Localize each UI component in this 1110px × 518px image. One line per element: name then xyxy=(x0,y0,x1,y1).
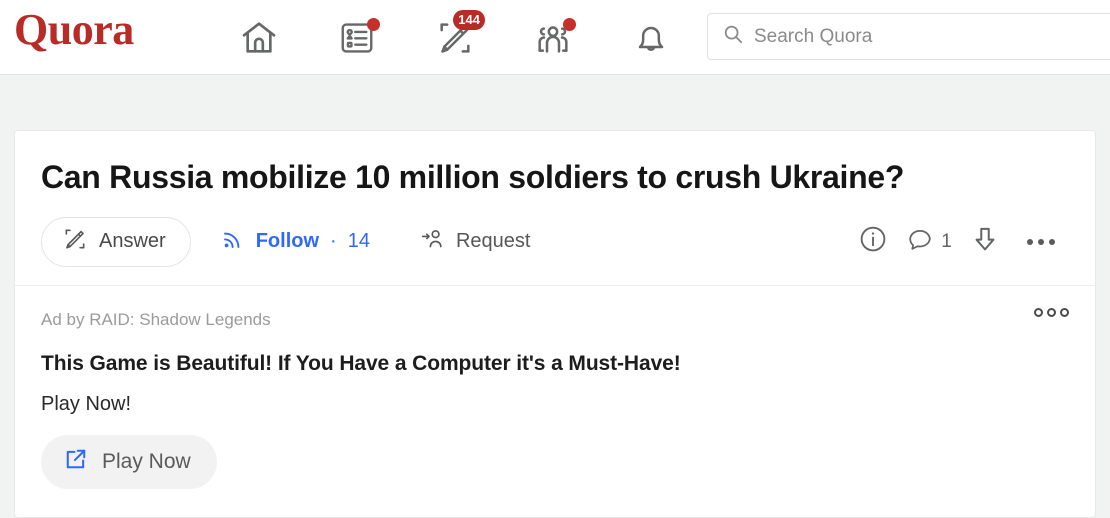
external-link-icon xyxy=(63,446,89,477)
ad-section: Ad by RAID: Shadow Legends This Game is … xyxy=(15,286,1095,517)
search-icon xyxy=(722,23,744,50)
play-now-button-label: Play Now xyxy=(102,449,191,473)
comment-button[interactable]: 1 xyxy=(901,219,957,265)
question-action-row: Answer Follow · 14 Request 1 xyxy=(41,216,1069,267)
ad-headline: This Game is Beautiful! If You Have a Co… xyxy=(41,351,681,375)
downvote-arrow-icon xyxy=(969,223,1001,260)
nav-item-write[interactable]: 144 xyxy=(406,8,504,68)
answer-button-label: Answer xyxy=(99,230,166,253)
page-body: Can Russia mobilize 10 million soldiers … xyxy=(0,130,1110,518)
more-options-button[interactable] xyxy=(1013,219,1069,265)
page-title: Can Russia mobilize 10 million soldiers … xyxy=(41,159,905,195)
request-button-label: Request xyxy=(455,230,531,253)
ad-options-icon[interactable] xyxy=(1034,307,1069,317)
follow-button[interactable]: Follow · 14 xyxy=(217,221,374,262)
question-card: Can Russia mobilize 10 million soldiers … xyxy=(14,130,1096,518)
follow-count: 14 xyxy=(347,230,370,253)
search-input[interactable]: Search Quora xyxy=(707,13,1110,60)
ad-attribution-label: Ad by RAID: Shadow Legends xyxy=(41,309,271,329)
info-circle-icon xyxy=(858,224,888,259)
nav-item-answers[interactable] xyxy=(308,8,406,68)
question-section: Can Russia mobilize 10 million soldiers … xyxy=(15,131,1095,285)
follow-button-label: Follow xyxy=(255,230,320,253)
search-placeholder: Search Quora xyxy=(754,25,873,47)
downvote-button[interactable] xyxy=(957,219,1013,265)
answers-notification-dot xyxy=(367,17,380,31)
spaces-notification-dot xyxy=(563,17,576,31)
answer-button[interactable]: Answer xyxy=(41,216,191,267)
home-icon xyxy=(239,18,279,58)
rss-follow-icon xyxy=(221,227,245,256)
question-right-actions: 1 xyxy=(845,217,1069,267)
request-person-icon xyxy=(420,226,446,257)
more-horizontal-icon xyxy=(1027,238,1055,245)
request-button[interactable]: Request xyxy=(416,220,535,263)
nav-item-spaces[interactable] xyxy=(504,8,602,68)
comment-bubble-icon xyxy=(906,225,934,258)
nav-item-home[interactable] xyxy=(210,8,308,68)
comment-count: 1 xyxy=(941,230,952,252)
site-header: Quora 144 Search Quora xyxy=(0,0,1110,75)
play-now-button[interactable]: Play Now xyxy=(41,434,217,489)
info-button[interactable] xyxy=(845,219,901,265)
pencil-edit-icon xyxy=(62,226,88,257)
bell-icon xyxy=(631,18,671,58)
ad-body-text: Play Now! xyxy=(41,392,132,415)
follow-separator: · xyxy=(330,230,337,253)
main-navigation: 144 xyxy=(210,0,700,75)
write-count-badge: 144 xyxy=(453,9,485,30)
quora-logo[interactable]: Quora xyxy=(14,8,134,52)
nav-item-notifications[interactable] xyxy=(602,8,700,68)
